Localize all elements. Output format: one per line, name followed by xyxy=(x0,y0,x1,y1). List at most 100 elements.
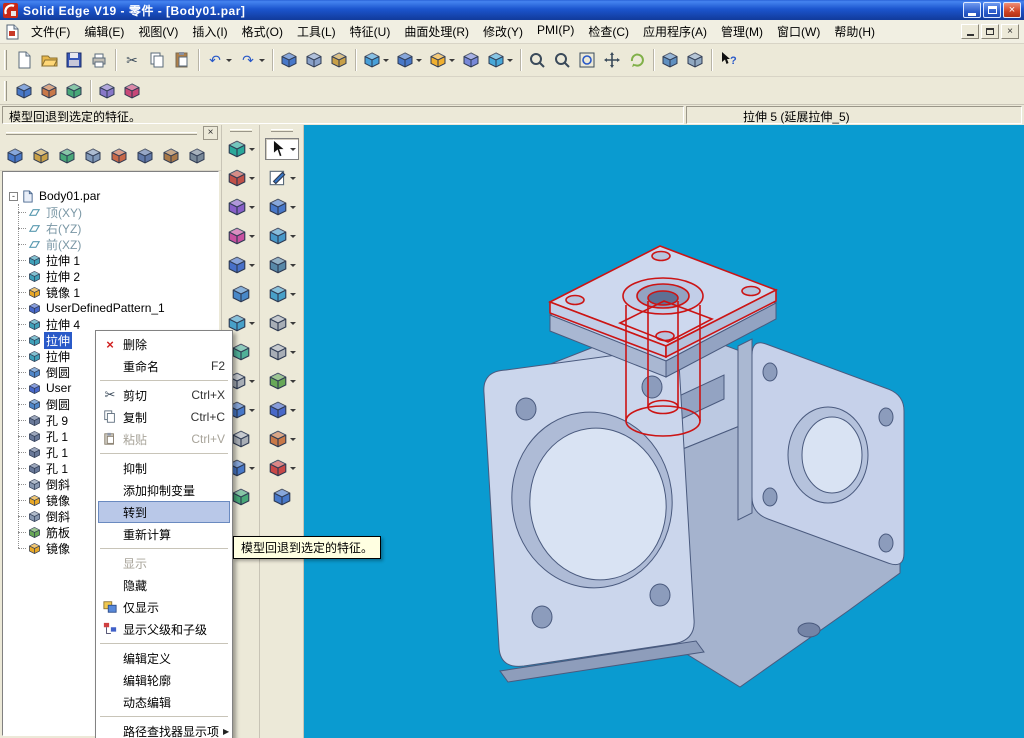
context-menu-item-19[interactable]: 动态编辑 xyxy=(98,691,230,713)
feature-library-button[interactable] xyxy=(29,144,53,168)
context-menu-item-5[interactable]: 粘贴 Ctrl+V xyxy=(98,428,230,450)
rotate-button[interactable] xyxy=(625,47,649,73)
context-menu-item-18[interactable]: 编辑轮廓 xyxy=(98,669,230,691)
tree-item-4[interactable]: 拉伸 2 xyxy=(27,268,218,284)
sensors-button[interactable] xyxy=(107,144,131,168)
trim-surface-button[interactable] xyxy=(231,486,251,508)
menu-item-11[interactable]: 应用程序(A) xyxy=(636,19,714,44)
menu-item-12[interactable]: 管理(M) xyxy=(714,19,770,44)
minimize-button[interactable] xyxy=(963,2,981,18)
menu-item-7[interactable]: 曲面处理(R) xyxy=(397,19,476,44)
insert-image-button[interactable] xyxy=(327,47,351,73)
feature-playback-button[interactable] xyxy=(120,78,144,104)
collapse-icon[interactable]: - xyxy=(9,191,18,201)
zoom-area-button[interactable] xyxy=(525,47,549,73)
tree-root-node[interactable]: - Body01.par xyxy=(9,188,218,204)
toolbar-grip[interactable] xyxy=(229,129,252,132)
offset-surface-button[interactable] xyxy=(227,254,255,276)
document-icon[interactable] xyxy=(4,24,20,40)
subtract-button[interactable] xyxy=(268,457,296,479)
save-button[interactable] xyxy=(62,47,86,73)
swept-surface-button[interactable] xyxy=(227,196,255,218)
context-menu-item-9[interactable]: 转到 xyxy=(98,501,230,523)
context-menu-item-4[interactable]: 复制 Ctrl+C xyxy=(98,406,230,428)
used-sketches-button[interactable] xyxy=(133,144,157,168)
round-feature-button[interactable] xyxy=(268,283,296,305)
thin-wall-button[interactable] xyxy=(268,341,296,363)
mdi-minimize-button[interactable] xyxy=(961,24,979,39)
maximize-button[interactable] xyxy=(983,2,1001,18)
insert-part-copy-button[interactable] xyxy=(277,47,301,73)
tree-item-5[interactable]: 镜像 1 xyxy=(27,284,218,300)
copy-surface-button[interactable] xyxy=(231,283,251,305)
context-menu-item-3[interactable]: ✂ 剪切 Ctrl+X xyxy=(98,384,230,406)
shaded-view-button[interactable] xyxy=(426,47,458,73)
pattern-feature-button[interactable] xyxy=(268,399,296,421)
fit-button[interactable] xyxy=(575,47,599,73)
context-menu-item-8[interactable]: 添加抑制变量 xyxy=(98,479,230,501)
visible-edges-button[interactable] xyxy=(393,47,425,73)
mdi-restore-button[interactable] xyxy=(981,24,999,39)
layers-tab-button[interactable] xyxy=(81,144,105,168)
context-menu-item-1[interactable]: 重命名 F2 xyxy=(98,355,230,377)
toolbar-grip[interactable] xyxy=(270,129,293,132)
menu-item-8[interactable]: 修改(Y) xyxy=(476,19,530,44)
context-menu-item-12[interactable]: 显示 xyxy=(98,552,230,574)
revolved-surface-button[interactable] xyxy=(227,167,255,189)
cutout-button[interactable] xyxy=(268,225,296,247)
mirror-copy-button[interactable] xyxy=(268,428,296,450)
open-button[interactable] xyxy=(37,47,61,73)
close-button[interactable]: × xyxy=(1003,2,1021,18)
menu-item-13[interactable]: 窗口(W) xyxy=(770,19,827,44)
intersection-curve-button[interactable] xyxy=(231,341,251,363)
menu-item-0[interactable]: 文件(F) xyxy=(24,19,77,44)
edgebar-toggle-button[interactable] xyxy=(12,78,36,104)
new-button[interactable] xyxy=(12,47,36,73)
cut-button[interactable]: ✂ xyxy=(120,47,144,73)
pan-button[interactable] xyxy=(600,47,624,73)
view-orientation-button[interactable] xyxy=(484,47,516,73)
prompt-bar-toggle-button[interactable] xyxy=(37,78,61,104)
pathfinder-button[interactable] xyxy=(3,144,27,168)
tree-item-0[interactable]: 顶(XY) xyxy=(27,204,218,220)
select-tool-button[interactable] xyxy=(264,138,299,160)
context-menu-item-14[interactable]: 仅显示 xyxy=(98,596,230,618)
print-button[interactable] xyxy=(87,47,111,73)
smartstep-ribbon-toggle-button[interactable] xyxy=(62,78,86,104)
sketch-button[interactable] xyxy=(268,167,296,189)
context-menu-item-7[interactable]: 抑制 xyxy=(98,457,230,479)
zoom-button[interactable] xyxy=(550,47,574,73)
variable-table-button[interactable] xyxy=(95,78,119,104)
tree-item-2[interactable]: 前(XZ) xyxy=(27,236,218,252)
copy-button[interactable] xyxy=(145,47,169,73)
menu-item-3[interactable]: 插入(I) xyxy=(185,19,234,44)
layers-button[interactable] xyxy=(683,47,707,73)
menu-item-9[interactable]: PMI(P) xyxy=(530,19,581,44)
toolbar-grip[interactable] xyxy=(4,50,7,70)
viewport[interactable] xyxy=(304,125,1024,738)
paste-button[interactable] xyxy=(170,47,194,73)
derived-curve-button[interactable] xyxy=(231,428,251,450)
hole-feature-button[interactable] xyxy=(268,254,296,276)
selection-tools-button[interactable] xyxy=(159,144,183,168)
menu-item-14[interactable]: 帮助(H) xyxy=(827,19,882,44)
named-views-button[interactable] xyxy=(658,47,682,73)
protrusion-button[interactable] xyxy=(268,196,296,218)
common-views-button[interactable] xyxy=(459,47,483,73)
part-copy-button[interactable] xyxy=(272,486,292,508)
tree-item-3[interactable]: 拉伸 1 xyxy=(27,252,218,268)
context-menu-item-13[interactable]: 隐藏 xyxy=(98,574,230,596)
edgebar-close-button[interactable]: × xyxy=(203,126,218,140)
context-menu-item-10[interactable]: 重新计算 xyxy=(98,523,230,545)
undo-button[interactable]: ↶ xyxy=(203,47,235,73)
redo-button[interactable]: ↷ xyxy=(236,47,268,73)
edgebar-grip[interactable] xyxy=(6,131,197,135)
toolbar-grip[interactable] xyxy=(4,80,7,101)
edgebar-options-button[interactable] xyxy=(185,144,209,168)
mdi-close-button[interactable]: × xyxy=(1001,24,1019,39)
rib-feature-button[interactable] xyxy=(268,370,296,392)
family-of-parts-button[interactable] xyxy=(55,144,79,168)
tree-item-1[interactable]: 右(YZ) xyxy=(27,220,218,236)
construction-display-button[interactable] xyxy=(360,47,392,73)
context-menu-item-15[interactable]: 显示父级和子级 xyxy=(98,618,230,640)
